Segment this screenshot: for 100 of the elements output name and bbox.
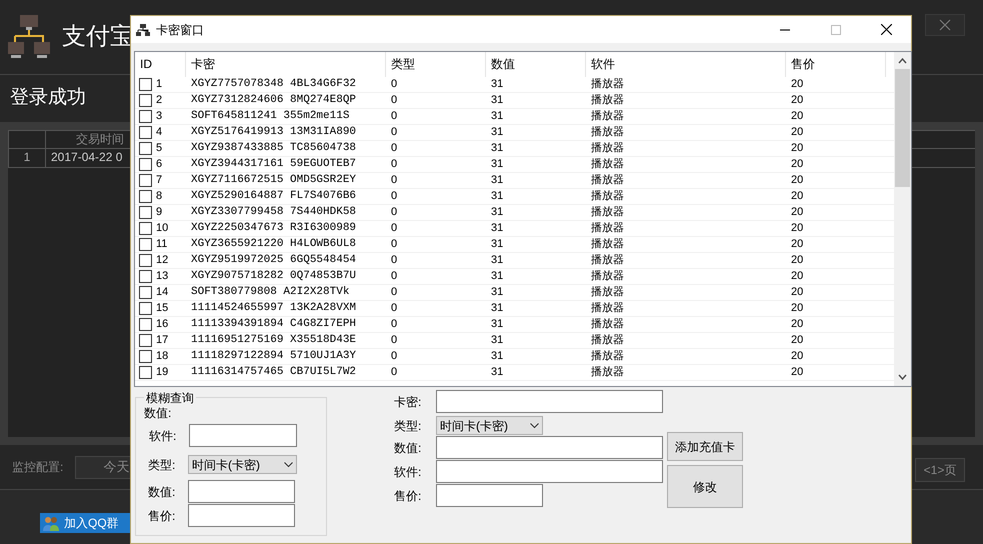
table-cell-text: 0 — [390, 317, 398, 332]
table-cell-text: 20 — [790, 269, 804, 284]
modify-button[interactable]: 修改 — [667, 465, 743, 508]
input-field[interactable] — [436, 484, 543, 507]
field-label: 数值: — [144, 405, 172, 422]
table-cell-text: 0 — [390, 269, 398, 284]
table-cell-text: 20 — [790, 253, 804, 268]
table-cell: 19 — [156, 365, 168, 380]
table-cell-text: 播放器 — [590, 333, 625, 348]
table-cell-text: XGYZ2250347673 R3I6300989 — [190, 221, 358, 236]
table-cell-text: XGYZ3307799458 7S440HDK58 — [190, 205, 358, 220]
scrollbar[interactable] — [894, 52, 911, 386]
table-cell-text: 31 — [490, 77, 504, 92]
status-text: 登录成功 — [10, 86, 86, 110]
close-icon — [881, 24, 892, 35]
table-cell-text: 31 — [490, 221, 504, 236]
group-title: 模糊查询 — [144, 389, 196, 407]
table-cell-text: 20 — [790, 205, 804, 220]
checkbox[interactable] — [139, 318, 152, 331]
table-cell-text: XGYZ5290164887 FL7S4076B6 — [190, 189, 358, 204]
people-icon — [42, 515, 60, 531]
type-dropdown[interactable]: 时间卡(卡密) — [188, 455, 297, 474]
checkbox[interactable] — [139, 206, 152, 219]
field-label: 数值: — [147, 484, 176, 500]
checkbox[interactable] — [139, 158, 152, 171]
table-cell-text: 播放器 — [590, 189, 625, 204]
input-field[interactable] — [188, 504, 295, 527]
table-cell-text: XGYZ9075718282 0Q74853B7U — [190, 269, 358, 284]
network-icon — [136, 24, 150, 36]
table-cell-text: 0 — [390, 221, 398, 236]
table-cell-text: 0 — [390, 125, 398, 140]
table-cell-text: 11118297122894 5710UJ1A3Y — [190, 349, 358, 364]
table-cell-text: 播放器 — [590, 125, 625, 140]
table-cell: 2 — [156, 93, 162, 108]
chevron-icon — [284, 462, 293, 468]
checkbox[interactable] — [139, 366, 152, 379]
table-cell-text: 播放器 — [590, 317, 625, 332]
table-cell: 1 — [156, 77, 162, 92]
field-label: 售价: — [394, 488, 422, 504]
checkbox[interactable] — [139, 78, 152, 91]
input-field[interactable] — [436, 460, 663, 483]
network-icon — [8, 15, 50, 59]
input-field[interactable] — [189, 424, 297, 447]
table-cell: 15 — [156, 301, 168, 316]
table-cell-text: 31 — [490, 269, 504, 284]
checkbox[interactable] — [139, 238, 152, 251]
checkbox[interactable] — [139, 350, 152, 363]
table-cell-text: 31 — [490, 285, 504, 300]
table-cell-text: 0 — [390, 189, 398, 204]
table-cell-text: 31 — [490, 349, 504, 364]
table-cell-text: 20 — [790, 301, 804, 316]
table-cell-text: 0 — [390, 285, 398, 300]
table-cell-text: 20 — [790, 77, 804, 92]
checkbox[interactable] — [139, 254, 152, 267]
checkbox[interactable] — [139, 286, 152, 299]
field-label: 软件: — [148, 428, 178, 444]
table-cell-text: 0 — [390, 157, 398, 172]
table-cell-text: 0 — [390, 205, 398, 220]
checkbox[interactable] — [139, 126, 152, 139]
input-field[interactable] — [436, 436, 663, 459]
checkbox[interactable] — [139, 174, 152, 187]
checkbox[interactable] — [139, 110, 152, 123]
checkbox[interactable] — [139, 94, 152, 107]
checkbox[interactable] — [139, 302, 152, 315]
qq-group-button[interactable]: 加入QQ群 — [40, 513, 130, 533]
checkbox[interactable] — [139, 142, 152, 155]
input-field[interactable] — [436, 390, 663, 413]
checkbox[interactable] — [139, 334, 152, 347]
table-cell-text: 播放器 — [590, 301, 625, 316]
field-label: 卡密: — [394, 394, 422, 410]
table-cell-text: 20 — [790, 285, 804, 300]
maximize-icon — [830, 24, 840, 34]
table-cell-text: 播放器 — [590, 77, 625, 92]
table-cell: 14 — [156, 285, 168, 300]
table-cell-text: XGYZ7312824606 8MQ274E8QP — [190, 93, 358, 108]
table-cell: 10 — [156, 221, 168, 236]
field-label: 类型: — [394, 418, 422, 434]
table-cell-text: 20 — [790, 125, 804, 140]
checkbox[interactable] — [139, 270, 152, 283]
table-cell: 13 — [156, 269, 168, 284]
table-cell-text: 31 — [490, 237, 504, 252]
table-cell: 1 — [9, 149, 46, 167]
table-cell-text: 0 — [390, 77, 398, 92]
input-field[interactable] — [188, 480, 295, 503]
add-card-button[interactable]: 添加充值卡 — [667, 432, 743, 461]
table-cell: 8 — [156, 189, 162, 204]
table-cell-text: 0 — [390, 349, 398, 364]
type-dropdown[interactable]: 时间卡(卡密) — [436, 416, 543, 435]
table-cell-text: 播放器 — [590, 173, 625, 188]
checkbox[interactable] — [139, 190, 152, 203]
table-cell-text: 0 — [390, 333, 398, 348]
table-cell-text: 播放器 — [590, 205, 625, 220]
table-cell-text: 播放器 — [590, 253, 625, 268]
table-cell-text: 31 — [490, 333, 504, 348]
field-label: 软件: — [394, 464, 422, 480]
page-button[interactable]: <1>页 — [915, 458, 965, 482]
table-cell: 17 — [156, 333, 168, 348]
checkbox[interactable] — [139, 222, 152, 235]
table-cell-text: 播放器 — [590, 237, 625, 252]
table-cell-text: 20 — [790, 157, 804, 172]
